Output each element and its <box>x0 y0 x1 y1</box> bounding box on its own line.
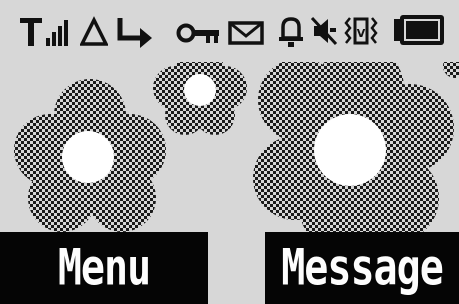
envelope-message-icon <box>228 14 264 48</box>
alarm-bell-icon <box>278 14 304 48</box>
battery-full-icon <box>392 14 446 48</box>
status-bar: V <box>0 0 459 62</box>
flower-center <box>314 114 386 186</box>
flower-center <box>62 131 114 183</box>
menu-softkey[interactable]: Menu <box>0 232 208 304</box>
menu-softkey-label: Menu <box>57 239 151 297</box>
svg-text:V: V <box>357 27 366 40</box>
vibrate-icon: V <box>342 14 380 48</box>
signal-antenna-icon <box>20 14 44 48</box>
wallpaper-flower <box>443 62 459 78</box>
wallpaper <box>0 62 459 234</box>
softkey-bar: Menu Message <box>0 232 459 304</box>
call-divert-arrow-icon <box>114 14 154 48</box>
silent-mode-icon <box>310 14 338 48</box>
signal-strength-bars-icon <box>46 14 70 48</box>
roaming-triangle-icon <box>80 14 108 48</box>
phone-screen: V Menu Message <box>0 0 459 304</box>
message-softkey-label: Message <box>281 239 444 297</box>
message-softkey[interactable]: Message <box>265 232 459 304</box>
flower-center <box>184 74 216 106</box>
key-lock-icon <box>176 14 220 48</box>
